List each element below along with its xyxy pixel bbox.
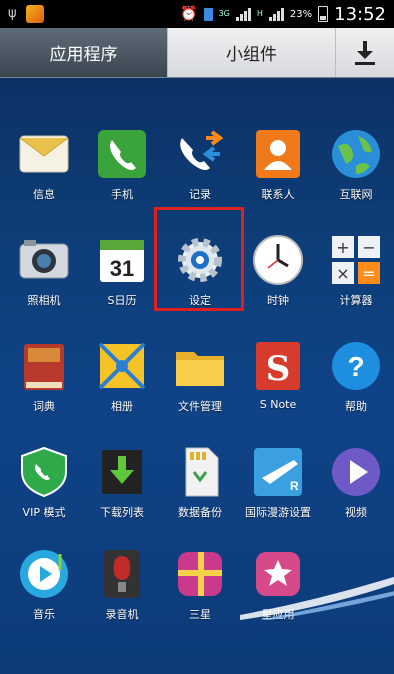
app-contacts[interactable]: 联系人 [239, 118, 317, 222]
app-samsung-gift[interactable]: 三星 [161, 538, 239, 642]
messages-icon [16, 126, 72, 182]
internet-icon [328, 126, 384, 182]
app-label: 词典 [33, 400, 55, 413]
calendar-icon: 31 [94, 232, 150, 288]
app-label: 国际漫游设置 [245, 506, 311, 519]
svg-text:−: − [362, 238, 375, 257]
download-icon [354, 40, 376, 66]
app-label: 录音机 [105, 608, 139, 621]
app-dictionary[interactable]: 词典 [5, 330, 83, 434]
backup-sd-icon [172, 444, 228, 500]
app-video[interactable]: 视频 [317, 436, 394, 540]
battery-percent: 23% [289, 8, 313, 20]
calculator-icon: + − × = [328, 232, 384, 288]
app-voice-recorder[interactable]: 录音机 [83, 538, 161, 642]
call-log-icon [172, 126, 228, 182]
download-list-icon [94, 444, 150, 500]
video-icon [328, 444, 384, 500]
app-label: 手机 [111, 188, 133, 201]
app-label: 文件管理 [178, 400, 222, 413]
vip-mode-icon [16, 444, 72, 500]
app-roaming[interactable]: R 国际漫游设置 [239, 436, 317, 540]
app-internet[interactable]: 互联网 [317, 118, 394, 222]
signal-strength-icon [235, 7, 251, 21]
app-label: 互联网 [339, 188, 373, 201]
music-icon [16, 546, 72, 602]
app-folder[interactable]: 文件管理 [161, 330, 239, 434]
app-drawer-screen: ψ ⏰ 3G H 23% 13:52 应用程序 小组件 信息 手机 记录 联系人… [0, 0, 394, 674]
voice-recorder-icon [94, 546, 150, 602]
help-icon: ? [328, 338, 384, 394]
app-camera[interactable]: 照相机 [5, 224, 83, 328]
s-note-icon: S [250, 338, 306, 394]
svg-text:×: × [336, 264, 349, 283]
usb-icon: ψ [8, 6, 17, 21]
camera-icon [16, 232, 72, 288]
app-label: 相册 [111, 400, 133, 413]
app-label: 三星 [189, 608, 211, 621]
tab-widgets[interactable]: 小组件 [168, 28, 336, 77]
clock-icon [250, 232, 306, 288]
drawer-tab-bar: 应用程序 小组件 [0, 28, 394, 78]
app-label: 时钟 [267, 294, 289, 307]
svg-text:+: + [336, 238, 349, 257]
app-phone[interactable]: 手机 [83, 118, 161, 222]
sim-icon [203, 7, 213, 21]
app-calculator[interactable]: + − × = 计算器 [317, 224, 394, 328]
app-label: S日历 [107, 294, 137, 307]
battery-icon [318, 6, 329, 22]
phone-icon [94, 126, 150, 182]
app-label: S Note [259, 398, 297, 411]
app-gallery[interactable]: 相册 [83, 330, 161, 434]
app-vip-mode[interactable]: VIP 模式 [5, 436, 83, 540]
notification-app-icon [26, 5, 44, 23]
app-messages[interactable]: 信息 [5, 118, 83, 222]
app-label: 记录 [189, 188, 211, 201]
app-label: 视频 [345, 506, 367, 519]
svg-text:S: S [266, 349, 291, 389]
signal-type-label: 3G [218, 9, 230, 18]
signal-strength-icon-2 [268, 7, 284, 21]
status-time: 13:52 [334, 3, 386, 25]
downloaded-apps-button[interactable] [336, 28, 394, 77]
app-label: 联系人 [261, 188, 295, 201]
app-label: 计算器 [339, 294, 373, 307]
app-label: 帮助 [345, 400, 367, 413]
folder-icon [172, 338, 228, 394]
settings-highlight-box [154, 207, 244, 311]
app-help[interactable]: ? 帮助 [317, 330, 394, 434]
app-label: 信息 [33, 188, 55, 201]
status-bar: ψ ⏰ 3G H 23% 13:52 [0, 0, 394, 28]
alarm-icon: ⏰ [180, 6, 198, 22]
app-music[interactable]: 音乐 [5, 538, 83, 642]
app-clock[interactable]: 时钟 [239, 224, 317, 328]
network-type-label: H [256, 9, 263, 18]
app-label: 音乐 [33, 608, 55, 621]
gallery-icon [94, 338, 150, 394]
samsung-gift-icon [172, 546, 228, 602]
app-download-list[interactable]: 下载列表 [83, 436, 161, 540]
app-label: 数据备份 [178, 506, 222, 519]
app-label: VIP 模式 [22, 506, 66, 519]
svg-text:?: ? [347, 351, 364, 382]
dictionary-icon [16, 338, 72, 394]
app-label: 下载列表 [100, 506, 144, 519]
wallpaper-wave [240, 576, 394, 620]
svg-text:=: = [362, 264, 375, 283]
svg-text:R: R [290, 479, 299, 493]
tab-apps[interactable]: 应用程序 [0, 28, 168, 77]
app-calendar[interactable]: 31 S日历 [83, 224, 161, 328]
roaming-icon: R [250, 444, 306, 500]
contacts-icon [250, 126, 306, 182]
svg-text:31: 31 [110, 256, 134, 281]
app-s-note[interactable]: S S Note [239, 330, 317, 434]
app-backup-sd[interactable]: 数据备份 [161, 436, 239, 540]
app-label: 照相机 [27, 294, 61, 307]
